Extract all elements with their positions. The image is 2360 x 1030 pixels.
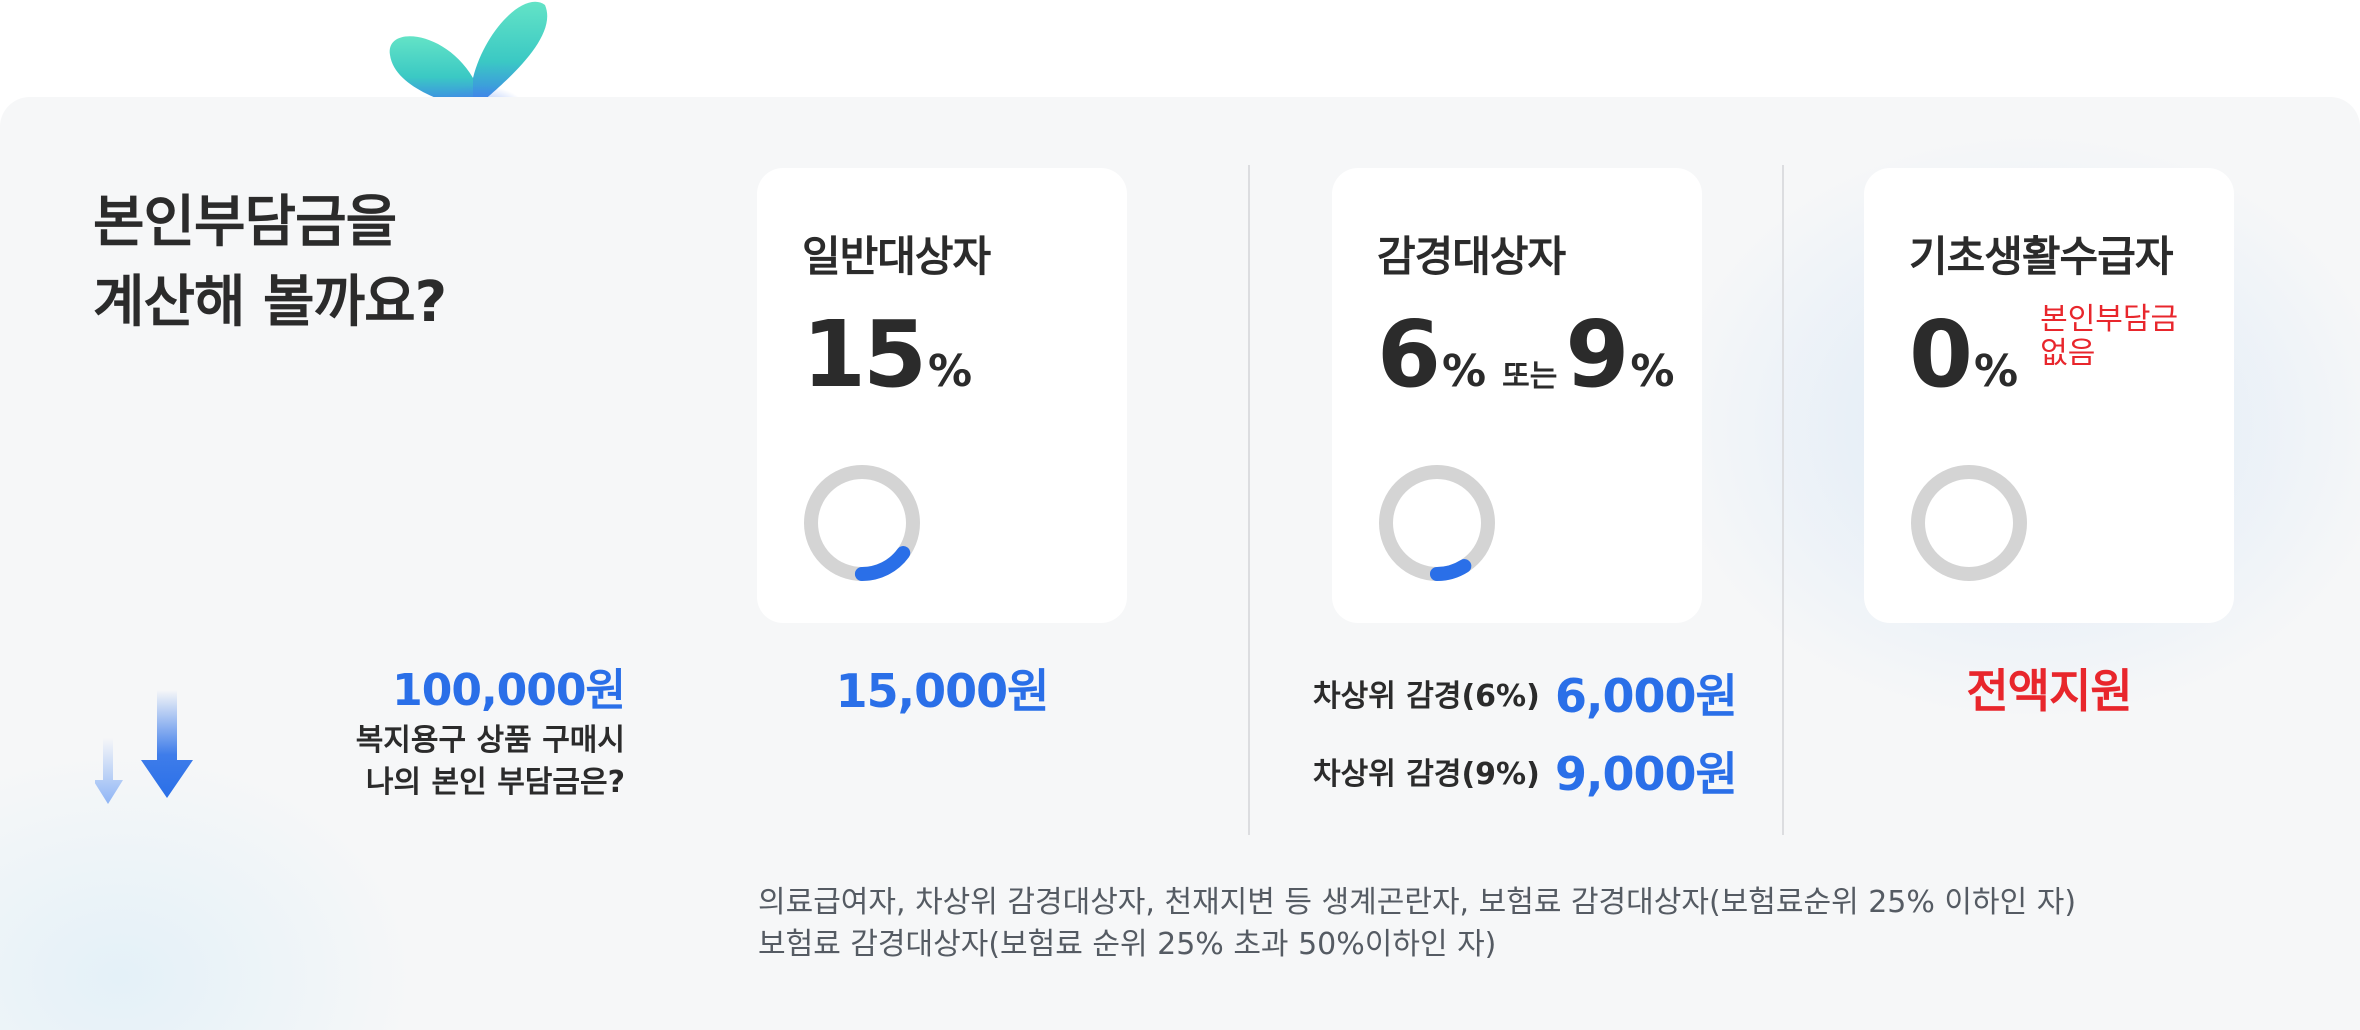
calculator-summary: 100,000원 복지용구 상품 구매시 나의 본인 부담금은? [356, 662, 626, 804]
general-result-amount: 15,000원 [835, 664, 1050, 718]
calculator-desc-line-2: 나의 본인 부담금은? [365, 765, 625, 800]
card-reduced-rate: 6 % 또는 9 % [1377, 300, 1674, 410]
reduced-result-row: 차상위 감경(6%) 6,000원 [1313, 660, 1738, 726]
reduced-result-amount: 9,000원 [1555, 747, 1738, 801]
or-label: 또는 [1502, 359, 1558, 394]
card-general-title: 일반대상자 [802, 232, 991, 281]
card-basic-rate: 0 % 본인부담금 없음 [1909, 300, 2178, 410]
reduced-result-label: 차상위 감경(6%) [1313, 679, 1540, 714]
reduced-result-label: 차상위 감경(9%) [1313, 757, 1540, 792]
donut-track [1911, 465, 2027, 581]
percent-sign: % [928, 346, 973, 397]
card-reduced: 감경대상자 6 % 또는 9 % [1332, 168, 1702, 623]
no-copay-note-line-1: 본인부담금 [2040, 302, 2179, 337]
column-divider [1248, 165, 1250, 835]
rate-value: 15 [802, 301, 927, 408]
donut-share-arc [804, 465, 920, 581]
percent-sign: % [1442, 346, 1487, 397]
calculator-desc-line-1: 복지용구 상품 구매시 [355, 723, 625, 758]
title-line-1: 본인부담금을 [93, 190, 397, 255]
percent-sign: % [1630, 346, 1675, 397]
card-basic-livelihood: 기초생활수급자 0 % 본인부담금 없음 [1864, 168, 2234, 623]
down-arrows-icon [95, 690, 193, 804]
eligibility-footnote: 의료급여자, 차상위 감경대상자, 천재지변 등 생계곤란자, 보험료 감경대상… [758, 882, 2076, 966]
reduced-result-row: 차상위 감경(9%) 9,000원 [1313, 738, 1738, 804]
donut-track [1379, 465, 1495, 581]
calculator-description: 복지용구 상품 구매시 나의 본인 부담금은? [356, 720, 625, 804]
page-title: 본인부담금을 계산해 볼까요? [93, 183, 447, 343]
share-donut-chart [1911, 465, 2027, 581]
reduced-result-amount: 6,000원 [1555, 669, 1738, 723]
card-general-rate: 15 % [802, 300, 972, 410]
rate-value-b: 9 [1565, 301, 1629, 408]
share-donut-chart [804, 465, 920, 581]
footnote-line-2: 보험료 감경대상자(보험료 순위 25% 초과 50%이하인 자) [758, 927, 1497, 962]
purchase-amount: 100,000원 [392, 665, 626, 716]
percent-sign: % [1974, 346, 2019, 397]
card-basic-title: 기초생활수급자 [1909, 232, 2173, 281]
full-support-label: 전액지원 [1966, 664, 2132, 718]
column-divider [1782, 165, 1784, 835]
card-general: 일반대상자 15 % [757, 168, 1127, 623]
no-copay-note: 본인부담금 없음 [2040, 303, 2178, 371]
rate-value-a: 6 [1377, 301, 1441, 408]
title-line-2: 계산해 볼까요? [93, 270, 447, 335]
footnote-line-1: 의료급여자, 차상위 감경대상자, 천재지변 등 생계곤란자, 보험료 감경대상… [758, 885, 2077, 920]
no-copay-note-line-2: 없음 [2040, 336, 2096, 371]
rate-value: 0 [1909, 301, 1973, 408]
donut-share-arc [1379, 465, 1495, 581]
card-reduced-title: 감경대상자 [1377, 232, 1566, 281]
share-donut-chart [1379, 465, 1495, 581]
